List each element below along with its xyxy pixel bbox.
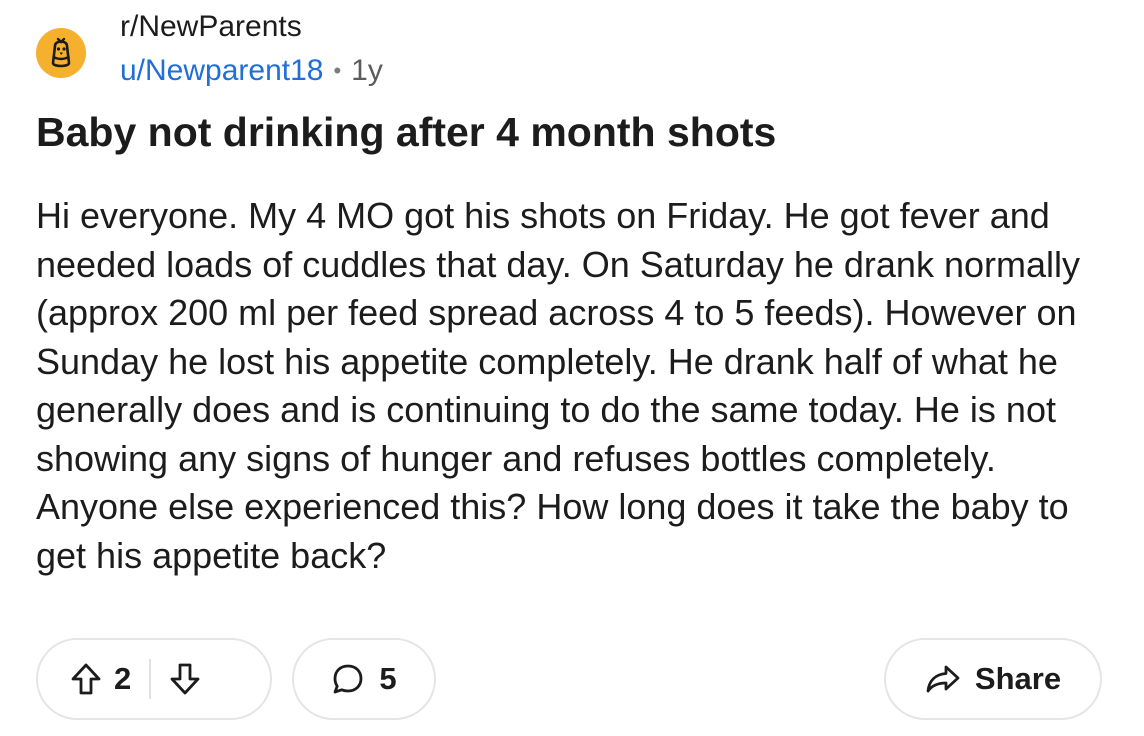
subreddit-avatar[interactable] (36, 28, 86, 78)
comments-button[interactable]: 5 (292, 638, 436, 720)
author-username[interactable]: u/Newparent18 (120, 52, 323, 90)
subreddit-chick-icon (44, 36, 78, 70)
arrow-down-icon[interactable] (169, 662, 201, 696)
post-body: Hi everyone. My 4 MO got his shots on Fr… (36, 195, 1080, 576)
vote-score: 2 (114, 661, 132, 696)
share-label: Share (974, 661, 1062, 696)
vote-bar: 2 (36, 638, 272, 720)
post-card: r/NewParents u/Newparent18 • 1y Baby not… (0, 0, 1144, 736)
share-button[interactable]: Share (884, 638, 1102, 720)
post-age: 1y (351, 54, 383, 87)
share-arrow-icon (925, 663, 961, 695)
post-title[interactable]: Baby not drinking after 4 month shots (36, 106, 776, 158)
post-meta: u/Newparent18 • 1y (120, 52, 383, 90)
vote-divider (149, 659, 152, 699)
speech-bubble-icon (331, 662, 365, 696)
arrow-up-icon[interactable] (70, 662, 102, 696)
meta-separator: • (333, 58, 342, 83)
subreddit-name[interactable]: r/NewParents (120, 8, 302, 46)
comment-count: 5 (379, 661, 397, 696)
